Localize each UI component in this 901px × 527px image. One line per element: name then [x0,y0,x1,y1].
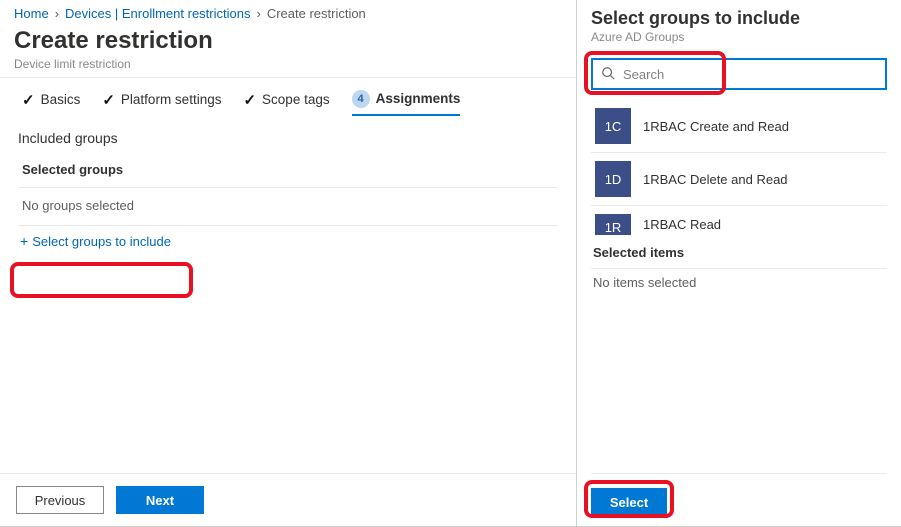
page-subtitle: Device limit restriction [14,57,562,71]
group-avatar: 1D [595,161,631,197]
check-icon: ✓ [102,91,115,109]
group-name: 1RBAC Delete and Read [643,172,788,187]
group-name: 1RBAC Create and Read [643,119,789,134]
select-groups-label: Select groups to include [32,234,171,249]
step-platform-settings[interactable]: ✓ Platform settings [102,91,221,115]
no-items-selected: No items selected [591,268,887,296]
wizard-steps: ✓ Basics ✓ Platform settings ✓ Scope tag… [0,78,576,120]
search-icon [601,66,615,83]
step-label: Scope tags [262,92,330,107]
breadcrumb: Home › Devices | Enrollment restrictions… [0,0,576,25]
step-label: Assignments [376,91,461,106]
panel-title: Select groups to include [591,8,887,29]
divider [18,187,558,188]
panel-subtitle: Azure AD Groups [591,30,887,44]
group-item[interactable]: 1C 1RBAC Create and Read [591,100,887,152]
check-icon: ✓ [22,91,35,109]
breadcrumb-home[interactable]: Home [14,6,49,21]
breadcrumb-devices[interactable]: Devices | Enrollment restrictions [65,6,250,21]
step-number-badge: 4 [352,90,370,108]
group-avatar: 1C [595,108,631,144]
wizard-footer: Previous Next [0,473,576,526]
check-icon: ✓ [243,91,256,109]
breadcrumb-current: Create restriction [267,6,366,21]
page-title: Create restriction [14,27,562,56]
step-scope-tags[interactable]: ✓ Scope tags [243,91,329,115]
no-groups-selected: No groups selected [18,192,558,223]
included-groups-heading: Included groups [18,130,558,146]
search-input[interactable] [621,66,877,83]
previous-button[interactable]: Previous [16,486,104,514]
select-groups-panel: Select groups to include Azure AD Groups… [577,0,901,526]
selected-groups-heading: Selected groups [18,156,558,185]
group-avatar: 1R [595,214,631,235]
search-box[interactable] [591,58,887,90]
step-label: Platform settings [121,92,222,107]
step-basics[interactable]: ✓ Basics [22,91,80,115]
chevron-right-icon: › [256,6,260,21]
selected-items-heading: Selected items [593,245,885,260]
group-item[interactable]: 1R 1RBAC Read [591,205,887,235]
step-assignments[interactable]: 4 Assignments [352,90,461,116]
step-label: Basics [41,92,81,107]
chevron-right-icon: › [55,6,59,21]
next-button[interactable]: Next [116,486,204,514]
select-groups-link[interactable]: + Select groups to include [18,230,177,253]
divider [18,225,558,226]
select-button[interactable]: Select [591,488,667,516]
group-list: 1C 1RBAC Create and Read 1D 1RBAC Delete… [591,100,887,235]
group-name: 1RBAC Read [643,217,721,232]
plus-icon: + [20,234,28,248]
group-item[interactable]: 1D 1RBAC Delete and Read [591,152,887,205]
